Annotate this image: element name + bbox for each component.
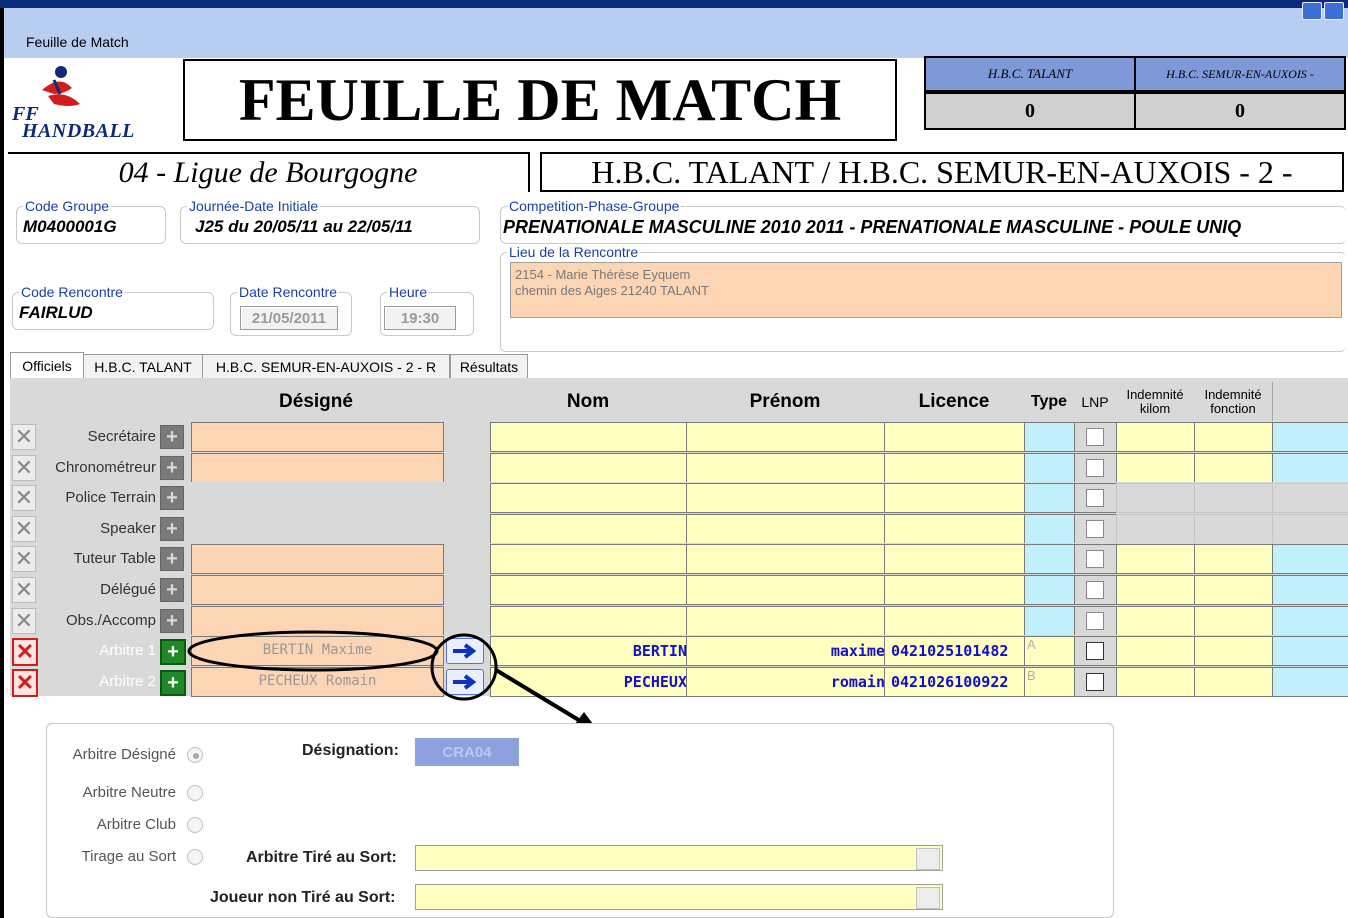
tire-au-sort-label: Arbitre Tiré au Sort: [246, 849, 397, 866]
radio-club[interactable] [187, 817, 203, 833]
annotation-ellipse [187, 630, 439, 672]
radio-neutre-label: Arbitre Neutre [82, 784, 176, 801]
combo-spin-icon[interactable] [916, 848, 940, 870]
designation-label: Désignation: [302, 742, 399, 759]
radio-tirage[interactable] [187, 849, 203, 865]
combo-spin-icon[interactable] [916, 887, 940, 909]
annotation-circle [430, 633, 498, 701]
radio-designe-label: Arbitre Désigné [72, 746, 176, 763]
annotation-arrow [494, 668, 584, 724]
radio-club-label: Arbitre Club [96, 816, 176, 833]
radio-designe[interactable] [187, 747, 203, 763]
non-tire-combo[interactable] [415, 884, 943, 910]
non-tire-label: Joueur non Tiré au Sort: [210, 889, 396, 906]
designation-field[interactable]: CRA04 [415, 738, 519, 766]
radio-tirage-label: Tirage au Sort [81, 848, 177, 865]
radio-neutre[interactable] [187, 785, 203, 801]
tire-au-sort-combo[interactable] [415, 845, 943, 871]
